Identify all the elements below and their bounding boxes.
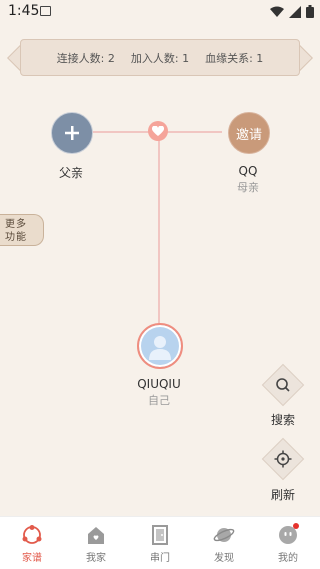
nav-my-home[interactable]: 我家 bbox=[64, 517, 128, 569]
nav-family-tree[interactable]: 家谱 bbox=[0, 517, 64, 569]
search-icon bbox=[276, 378, 290, 392]
nav-label-discover: 发现 bbox=[214, 553, 234, 564]
nav-label-my-home: 我家 bbox=[86, 553, 106, 564]
signal-icon bbox=[289, 5, 301, 18]
notification-badge bbox=[293, 523, 299, 529]
nav-label-visit: 串门 bbox=[150, 553, 170, 564]
mother-role: 母亲 bbox=[237, 181, 259, 194]
planet-icon bbox=[213, 528, 235, 542]
relation-stats-banner: 连接人数: 2 加入人数: 1 血缘关系: 1 bbox=[20, 39, 300, 76]
more-functions-line2: 功能 bbox=[5, 232, 27, 243]
search-label[interactable]: 搜索 bbox=[263, 411, 303, 428]
status-time: 1:45 bbox=[8, 3, 40, 19]
nav-label-mine: 我的 bbox=[278, 553, 298, 564]
nav-label-family-tree: 家谱 bbox=[22, 553, 42, 564]
mother-name: QQ bbox=[238, 164, 258, 178]
father-avatar-add[interactable] bbox=[51, 112, 93, 154]
self-name: QIUQIU bbox=[137, 377, 181, 391]
home-icon bbox=[88, 527, 104, 544]
person-icon bbox=[149, 336, 171, 360]
marriage-heart-icon[interactable] bbox=[148, 121, 168, 141]
nav-discover[interactable]: 发现 bbox=[192, 517, 256, 569]
status-bar: 1:45 bbox=[0, 0, 320, 24]
status-icons bbox=[270, 5, 314, 18]
joined-count: 加入人数: 1 bbox=[130, 51, 190, 65]
search-button[interactable] bbox=[261, 363, 305, 407]
father-label: 父亲 bbox=[58, 166, 83, 180]
plus-icon bbox=[65, 126, 79, 140]
door-icon bbox=[152, 525, 168, 545]
connected-count: 连接人数: 2 bbox=[56, 51, 115, 65]
nav-visit[interactable]: 串门 bbox=[128, 517, 192, 569]
family-tree-icon bbox=[22, 525, 42, 544]
child-link-line bbox=[158, 140, 160, 330]
wifi-icon bbox=[270, 6, 284, 17]
invite-text: 邀请 bbox=[235, 127, 262, 143]
refresh-button[interactable] bbox=[261, 437, 305, 481]
bottom-nav: 家谱 我家 串门 发现 我的 bbox=[0, 516, 320, 569]
battery-icon bbox=[306, 5, 314, 18]
mother-avatar-invite[interactable]: 邀请 bbox=[228, 112, 270, 154]
self-avatar[interactable] bbox=[137, 323, 183, 369]
more-functions-tab[interactable]: 更多 功能 bbox=[0, 214, 44, 246]
more-functions-line1: 更多 bbox=[5, 219, 27, 230]
locate-refresh-icon bbox=[274, 450, 292, 468]
blood-relation-count: 血缘关系: 1 bbox=[205, 51, 264, 65]
refresh-label[interactable]: 刷新 bbox=[263, 486, 303, 503]
nav-mine[interactable]: 我的 bbox=[256, 517, 320, 569]
image-notification-icon bbox=[40, 6, 51, 16]
self-role: 自己 bbox=[148, 394, 170, 407]
